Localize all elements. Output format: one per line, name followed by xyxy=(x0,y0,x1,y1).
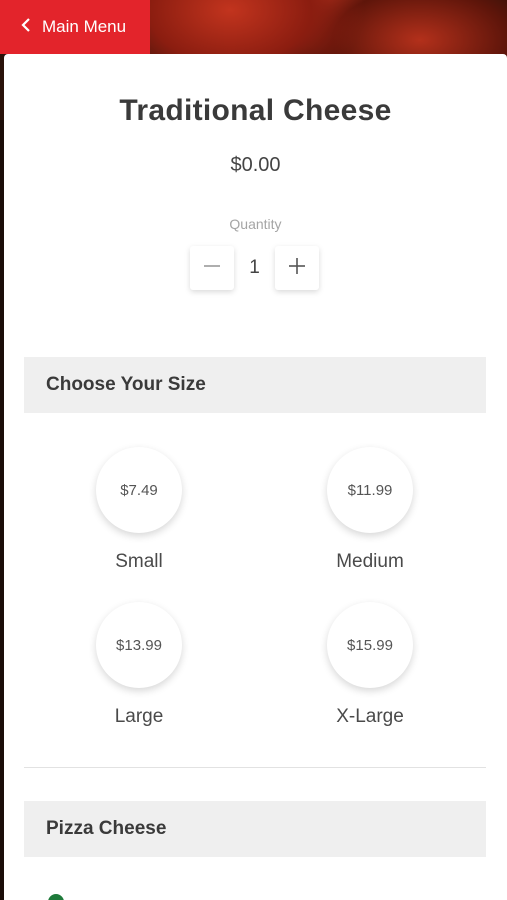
size-name-small: Small xyxy=(115,551,163,572)
section-divider xyxy=(24,767,486,768)
size-option-x-large[interactable]: $15.99 X-Large xyxy=(295,602,445,728)
cheese-radio-button[interactable] xyxy=(48,894,64,900)
size-price-x-large: $15.99 xyxy=(327,602,413,688)
quantity-decrease-button[interactable] xyxy=(190,246,234,290)
size-option-medium[interactable]: $11.99 Medium xyxy=(295,447,445,573)
size-name-x-large: X-Large xyxy=(336,706,404,727)
size-option-small[interactable]: $7.49 Small xyxy=(64,447,214,573)
item-title: Traditional Cheese xyxy=(119,94,392,127)
size-price-small: $7.49 xyxy=(96,447,182,533)
main-menu-label: Main Menu xyxy=(42,17,127,36)
pizza-cheese-header: Pizza Cheese xyxy=(24,801,486,857)
choose-size-header: Choose Your Size xyxy=(24,357,486,413)
size-price-medium: $11.99 xyxy=(327,447,413,533)
item-card: Traditional Cheese $0.00 Quantity 1 Choo… xyxy=(4,54,507,900)
minus-icon xyxy=(203,257,221,280)
size-name-medium: Medium xyxy=(336,551,404,572)
main-menu-button[interactable]: Main Menu xyxy=(0,0,150,54)
item-price: $0.00 xyxy=(230,154,281,176)
quantity-increase-button[interactable] xyxy=(275,246,319,290)
quantity-label: Quantity xyxy=(229,216,282,232)
quantity-value[interactable]: 1 xyxy=(234,257,275,279)
plus-icon xyxy=(288,257,306,280)
size-option-large[interactable]: $13.99 Large xyxy=(64,602,214,728)
size-name-large: Large xyxy=(114,706,164,727)
size-price-large: $13.99 xyxy=(96,602,182,688)
chevron-left-icon xyxy=(20,17,32,38)
